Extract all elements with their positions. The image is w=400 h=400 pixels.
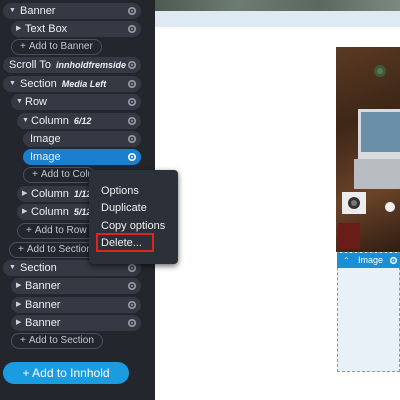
gear-icon[interactable]: [127, 116, 137, 126]
tree-item-label: Scroll To innholdfremside: [9, 59, 126, 71]
tree-item-banner[interactable]: ▶ Banner: [11, 315, 141, 331]
caret-right-icon[interactable]: ▶: [16, 297, 21, 313]
tree-item-label: Column 6/12: [31, 115, 92, 127]
tree-item-column[interactable]: ▼ Column 6/12: [17, 113, 141, 129]
caret-down-icon[interactable]: ▼: [22, 113, 29, 129]
tree-item-label: Row: [25, 96, 48, 108]
gear-icon[interactable]: [127, 318, 137, 328]
section-strip: [155, 11, 400, 27]
menu-item-options[interactable]: Options: [101, 184, 139, 198]
gear-icon[interactable]: [127, 281, 137, 291]
gear-icon[interactable]: [127, 79, 137, 89]
gear-icon[interactable]: [127, 97, 137, 107]
caret-right-icon[interactable]: ▶: [22, 186, 27, 202]
caret-down-icon[interactable]: ▼: [9, 260, 16, 276]
tree-item-label: Column 5/12: [31, 206, 92, 218]
caret-right-icon[interactable]: ▶: [22, 204, 27, 220]
page-canvas: ⌃ Image: [155, 0, 400, 400]
plus-icon: +: [32, 169, 38, 180]
gear-icon[interactable]: [127, 6, 137, 16]
add-to-section-button[interactable]: + Add to Section: [9, 242, 101, 258]
caret-down-icon[interactable]: ▼: [9, 3, 16, 19]
tree-item-label: Image: [30, 151, 61, 163]
tree-item-text-box[interactable]: ▶ Text Box: [11, 21, 141, 37]
tree-item-tag: Media Left: [61, 79, 107, 89]
gear-icon[interactable]: [127, 300, 137, 310]
caret-down-icon[interactable]: ▼: [9, 76, 16, 92]
menu-item-duplicate[interactable]: Duplicate: [101, 201, 147, 215]
tree-item-tag: innholdfremside: [55, 60, 126, 70]
gear-icon[interactable]: [127, 263, 137, 273]
plus-icon: +: [22, 366, 33, 380]
plus-icon: +: [26, 225, 32, 236]
gear-icon[interactable]: [389, 256, 398, 265]
image-block-placeholder[interactable]: [337, 252, 400, 372]
add-to-innhold-button[interactable]: + Add to Innhold: [3, 362, 129, 384]
menu-item-copy-options[interactable]: Copy options: [101, 219, 165, 233]
tree-item-row[interactable]: ▼ Row: [11, 94, 141, 110]
add-to-section-button[interactable]: + Add to Section: [11, 333, 103, 349]
header-image-strip: [155, 0, 400, 11]
tree-item-label: Section Media Left: [20, 78, 107, 90]
plus-icon: +: [18, 244, 24, 255]
caret-right-icon[interactable]: ▶: [16, 21, 21, 37]
tree-item-image[interactable]: Image: [23, 131, 141, 147]
laptop-desk-photo[interactable]: [336, 47, 400, 252]
chevron-up-icon[interactable]: ⌃: [343, 253, 350, 268]
tree-item-image-selected[interactable]: Image: [23, 149, 141, 165]
tree-item-tag: 6/12: [73, 116, 92, 126]
image-block-toolbar[interactable]: ⌃ Image: [337, 253, 400, 268]
tree-item-label: Banner: [25, 299, 61, 311]
add-to-column-button[interactable]: +Add to Colum: [23, 167, 95, 183]
gear-icon[interactable]: [127, 152, 137, 162]
caret-right-icon[interactable]: ▶: [16, 315, 21, 331]
tree-item-section[interactable]: ▼ Section Media Left: [3, 76, 141, 92]
gear-icon[interactable]: [127, 24, 137, 34]
tree-item-banner[interactable]: ▶ Banner: [11, 278, 141, 294]
tree-item-label: Image: [30, 133, 61, 145]
tree-item-label: Banner: [20, 5, 56, 17]
tree-item-label: Text Box: [25, 23, 68, 35]
tree-item-label: Column 1/12: [31, 188, 92, 200]
tree-item-label: Banner: [25, 280, 61, 292]
gear-icon[interactable]: [127, 60, 137, 70]
add-to-banner-button[interactable]: + Add to Banner: [11, 39, 102, 55]
tree-item-banner[interactable]: ▶ Banner: [11, 297, 141, 313]
delete-highlight-box: [96, 233, 154, 252]
caret-right-icon[interactable]: ▶: [16, 278, 21, 294]
tree-item-label: Banner: [25, 317, 61, 329]
plus-icon: +: [20, 335, 26, 346]
gear-icon[interactable]: [127, 134, 137, 144]
plus-icon: +: [20, 41, 26, 52]
tree-item-banner[interactable]: ▼ Banner: [3, 3, 141, 19]
tree-item-scroll-to[interactable]: Scroll To innholdfremside: [3, 57, 141, 73]
add-to-row-button[interactable]: + Add to Row: [17, 223, 96, 239]
tree-item-label: Section: [20, 262, 57, 274]
caret-down-icon[interactable]: ▼: [16, 94, 23, 110]
image-toolbar-label: Image: [358, 255, 384, 265]
